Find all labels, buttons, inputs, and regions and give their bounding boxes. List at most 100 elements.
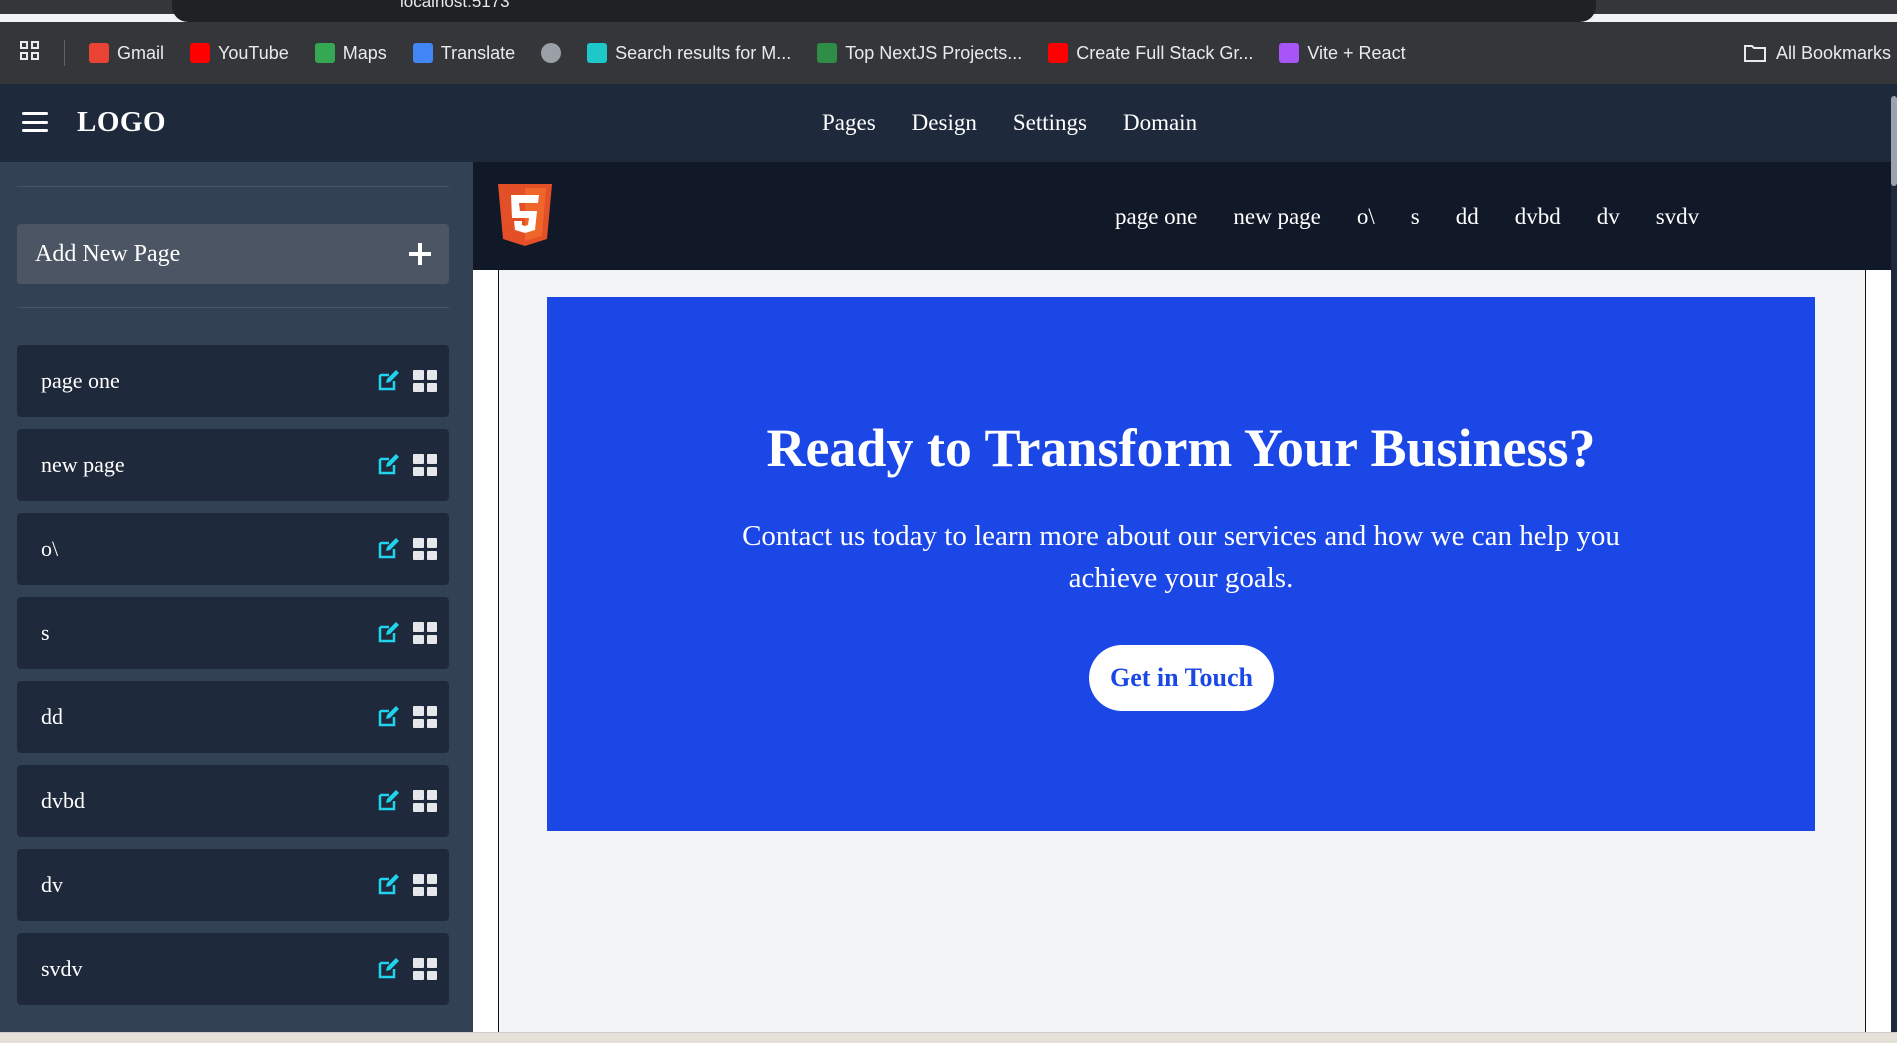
folder-icon (1743, 45, 1766, 62)
nav-domain[interactable]: Domain (1123, 110, 1197, 136)
preview-nav-links: page one new page o\ s dd dvbd dv svdv (1115, 204, 1699, 230)
bookmark-item[interactable]: Maps (314, 42, 387, 64)
all-bookmarks-label: All Bookmarks (1775, 42, 1891, 63)
bookmark-label: Maps (342, 42, 387, 63)
edit-icon[interactable] (377, 454, 399, 476)
sidebar-divider (17, 186, 449, 187)
address-bar[interactable]: localhost:5173 (172, 0, 1596, 22)
layout-grid-icon[interactable] (413, 454, 437, 476)
layout-grid-icon[interactable] (413, 958, 437, 980)
app-logo[interactable]: LOGO (77, 106, 166, 139)
page-list-item[interactable]: dd (17, 681, 449, 753)
page-item-label: dd (41, 704, 63, 729)
page-item-actions (377, 622, 437, 644)
edit-icon[interactable] (377, 790, 399, 812)
page-item-actions (377, 454, 437, 476)
edit-icon[interactable] (377, 706, 399, 728)
layout-grid-icon[interactable] (413, 874, 437, 896)
globe-icon (541, 43, 562, 63)
app-header: LOGO Pages Design Settings Domain (0, 84, 1897, 162)
page-item-label: dv (41, 872, 63, 897)
bookmark-label: Top NextJS Projects... (845, 42, 1023, 63)
preview-nav-link[interactable]: svdv (1656, 204, 1699, 230)
vuetify-icon (587, 43, 608, 63)
apps-grid-icon[interactable] (20, 40, 40, 66)
page-item-actions (377, 790, 437, 812)
edit-icon[interactable] (377, 874, 399, 896)
preview-nav-link[interactable]: page one (1115, 204, 1197, 230)
scrollbar-thumb[interactable] (1891, 96, 1897, 186)
page-item-label: dvbd (41, 788, 85, 813)
maps-icon (314, 43, 335, 63)
get-in-touch-button[interactable]: Get in Touch (1089, 645, 1274, 711)
layout-grid-icon[interactable] (413, 706, 437, 728)
page-item-label: page one (41, 368, 120, 393)
bookmark-item[interactable] (541, 43, 562, 63)
bookmarks-separator (64, 40, 65, 66)
page-list: page one new page o\ s dd dvbd dv svdv (17, 345, 449, 1017)
html5-logo-icon (498, 184, 552, 246)
edit-icon[interactable] (377, 538, 399, 560)
plus-icon (409, 243, 431, 265)
bookmark-label: Gmail (117, 42, 165, 63)
add-new-page-label: Add New Page (35, 240, 181, 267)
page-item-label: svdv (41, 956, 83, 981)
page-item-actions (377, 706, 437, 728)
edit-icon[interactable] (377, 622, 399, 644)
page-list-item[interactable]: page one (17, 345, 449, 417)
page-list-item[interactable]: dv (17, 849, 449, 921)
layout-grid-icon[interactable] (413, 538, 437, 560)
geeksforgeeks-icon (817, 43, 838, 63)
vite-icon (1279, 43, 1300, 63)
all-bookmarks-button[interactable]: All Bookmarks (1743, 42, 1891, 64)
add-new-page-button[interactable]: Add New Page (17, 224, 449, 284)
page-item-actions (377, 874, 437, 896)
bookmark-label: Translate (440, 42, 516, 63)
bookmark-item[interactable]: Gmail (89, 43, 164, 64)
edit-icon[interactable] (377, 958, 399, 980)
nav-pages[interactable]: Pages (822, 110, 876, 136)
preview-nav-link[interactable]: dv (1597, 204, 1620, 230)
layout-grid-icon[interactable] (413, 370, 437, 392)
layout-grid-icon[interactable] (413, 622, 437, 644)
bookmark-item[interactable]: Vite + React (1279, 42, 1406, 64)
pages-sidebar: Add New Page page one new page o\ s dd dvbd dv… (0, 162, 473, 1032)
bookmark-label: Vite + React (1307, 42, 1406, 63)
nav-design[interactable]: Design (912, 110, 977, 136)
page-list-item[interactable]: dvbd (17, 765, 449, 837)
hamburger-menu-icon[interactable] (22, 112, 48, 132)
preview-nav-link[interactable]: s (1411, 204, 1420, 230)
page-list-item[interactable]: s (17, 597, 449, 669)
bookmark-label: Create Full Stack Gr... (1076, 42, 1254, 63)
main-nav: Pages Design Settings Domain (822, 110, 1197, 136)
bookmark-item[interactable]: Translate (412, 42, 516, 64)
translate-icon (412, 43, 433, 63)
page-list-item[interactable]: new page (17, 429, 449, 501)
page-list-item[interactable]: svdv (17, 933, 449, 1005)
cta-section: Ready to Transform Your Business? Contac… (547, 297, 1815, 831)
bookmark-item[interactable]: Create Full Stack Gr... (1048, 43, 1253, 64)
taskbar (0, 1032, 1897, 1043)
page-item-label: new page (41, 452, 125, 477)
bookmark-item[interactable]: YouTube (190, 43, 289, 64)
preview-nav-link[interactable]: dvbd (1515, 204, 1561, 230)
scrollbar-track[interactable] (1891, 84, 1897, 1032)
bookmarks-bar: Gmail YouTube Maps Translate Search results … (0, 22, 1897, 84)
edit-icon[interactable] (377, 370, 399, 392)
preview-navbar: page one new page o\ s dd dvbd dv svdv (473, 162, 1891, 270)
preview-nav-link[interactable]: o\ (1357, 204, 1375, 230)
page-list-item[interactable]: o\ (17, 513, 449, 585)
bookmark-item[interactable]: Top NextJS Projects... (817, 43, 1022, 64)
preview-nav-link[interactable]: new page (1233, 204, 1321, 230)
page-item-actions (377, 538, 437, 560)
preview-canvas: Ready to Transform Your Business? Contac… (498, 270, 1866, 1032)
youtube-icon (190, 43, 211, 63)
address-text[interactable]: localhost:5173 (400, 0, 510, 12)
nav-settings[interactable]: Settings (1013, 110, 1087, 136)
page-item-actions (377, 370, 437, 392)
sidebar-divider (17, 307, 449, 308)
layout-grid-icon[interactable] (413, 790, 437, 812)
site-preview: page one new page o\ s dd dvbd dv svdv Ready to… (473, 162, 1891, 1032)
preview-nav-link[interactable]: dd (1456, 204, 1479, 230)
bookmark-item[interactable]: Search results for M... (587, 43, 791, 64)
